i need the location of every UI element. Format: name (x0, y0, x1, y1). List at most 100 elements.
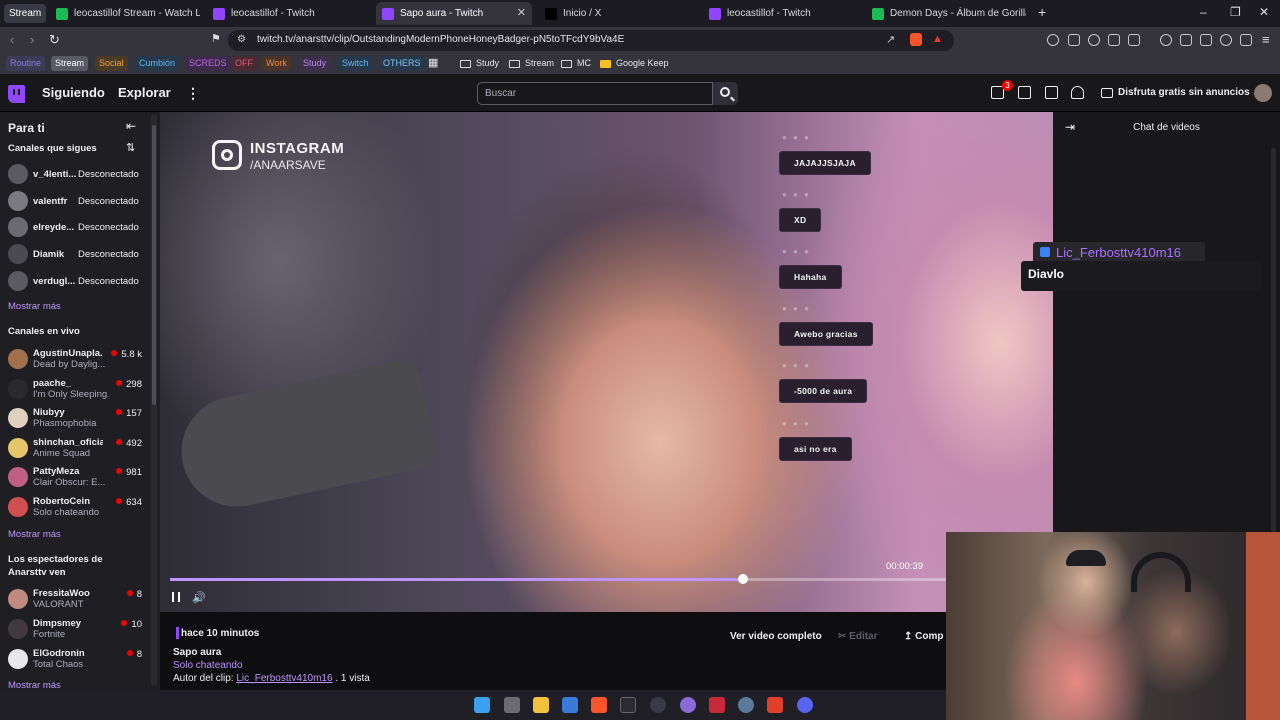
file-explorer-icon[interactable] (533, 697, 549, 713)
sidebar-channel-row[interactable]: v_4lenti... Desconectado (8, 162, 150, 188)
browser-tab[interactable]: Inicio / X (539, 2, 696, 25)
bookmark-folder[interactable]: Google Keep (600, 56, 669, 71)
share-icon[interactable]: ↗ (886, 33, 895, 46)
store-icon[interactable] (562, 697, 578, 713)
app-icon[interactable] (709, 697, 725, 713)
music-icon[interactable] (1160, 34, 1172, 46)
bookmark-folder[interactable]: Stream (509, 56, 554, 71)
restore-icon[interactable]: ❐ (1230, 5, 1241, 19)
twitch-logo-icon[interactable] (8, 85, 25, 103)
drops-icon[interactable] (1071, 86, 1084, 99)
whispers-icon[interactable] (1045, 86, 1058, 99)
close-window-icon[interactable]: ✕ (1259, 5, 1269, 19)
app-icon[interactable] (680, 697, 696, 713)
browser-tab[interactable]: leocastillof - Twitch (207, 2, 367, 25)
nav-following[interactable]: Siguiendo (42, 85, 105, 100)
bookmark-item[interactable]: Study (299, 56, 331, 71)
volume-icon[interactable]: 🔊 (192, 591, 206, 604)
bookmark-item[interactable]: Cumbión (135, 56, 180, 71)
sidebar-channel-row[interactable]: FressitaWoo VALORANT 8 (8, 587, 150, 613)
sidebar-channel-row[interactable]: Diamik Desconectado (8, 242, 150, 268)
collapse-sidebar-icon[interactable]: ⇤ (126, 119, 136, 133)
extension-icon[interactable] (1068, 34, 1080, 46)
sort-icon[interactable]: ⇅ (126, 141, 135, 154)
profile-chip[interactable]: Stream (4, 4, 47, 23)
brave-browser-icon[interactable] (591, 697, 607, 713)
new-tab-button[interactable]: + (1038, 4, 1046, 20)
app-icon[interactable] (767, 697, 783, 713)
browser-tab[interactable]: Sapo aura - Twitch ✕ (376, 2, 532, 25)
vpn-icon[interactable] (1240, 34, 1252, 46)
bookmark-item[interactable]: Work (262, 56, 291, 71)
puzzle-icon[interactable] (1108, 34, 1120, 46)
sidebar-channel-row[interactable]: ElGodronin Total Chaos 8 (8, 647, 150, 673)
menu-icon[interactable]: ≡ (1262, 32, 1270, 47)
sidebar-channel-row[interactable]: Niubyy Phasmophobia 157 (8, 406, 150, 432)
task-view-icon[interactable] (504, 697, 520, 713)
ad-free-button[interactable]: Disfruta gratis sin anuncios (1118, 87, 1250, 98)
extension-icon[interactable] (1047, 34, 1059, 46)
brave-shields-icon[interactable] (910, 33, 922, 46)
site-settings-icon[interactable]: ⚙ (237, 34, 246, 45)
video-player[interactable]: INSTAGRAM /ANAARSAVE ● ● ● JAJAJJSJAJA ● ●… (160, 112, 1053, 612)
nav-browse[interactable]: Explorar (118, 85, 171, 100)
forward-icon[interactable]: › (30, 32, 34, 47)
bookmark-item[interactable]: OFF (231, 56, 257, 71)
show-more-live[interactable]: Mostrar más (8, 529, 61, 540)
clip-author-link[interactable]: Lic_Ferbosttv410m16 (236, 673, 332, 684)
show-more-viewers[interactable]: Mostrar más (8, 680, 61, 690)
close-tab-icon[interactable]: ✕ (517, 6, 526, 19)
edit-button[interactable]: ✂ Editar (838, 627, 878, 647)
mail-icon[interactable] (1018, 86, 1031, 99)
bookmark-icon[interactable]: ⚑ (211, 32, 221, 45)
sidebar-channel-row[interactable]: paache_ I'm Only Sleeping 298 (8, 377, 150, 403)
back-icon[interactable]: ‹ (10, 32, 14, 47)
progress-handle[interactable] (738, 574, 749, 584)
browser-tab[interactable]: Demon Days - Álbum de Gorillaz | Sp (866, 2, 1026, 25)
clip-category[interactable]: Solo chateando (173, 660, 243, 671)
search-button[interactable] (713, 82, 738, 105)
discord-icon[interactable] (797, 697, 813, 713)
pause-icon[interactable] (172, 592, 180, 602)
sidebar-icon[interactable] (1180, 34, 1192, 46)
user-avatar[interactable] (1254, 84, 1272, 102)
sidebar-scroll-thumb[interactable] (152, 125, 156, 405)
grid-icon[interactable]: ▦ (428, 56, 438, 71)
app-icon[interactable] (620, 697, 636, 713)
brave-rewards-icon[interactable]: ▲ (932, 33, 943, 45)
progress-bar[interactable] (170, 574, 950, 584)
extension-icon[interactable] (1088, 34, 1100, 46)
sidebar-channel-row[interactable]: AgustinUnapla... Dead by Daylig... 5.8 k (8, 347, 150, 373)
browser-tab[interactable]: leocastillof Stream - Watch Live o (50, 2, 200, 25)
sidebar-channel-row[interactable]: RobertoCein Solo chateando 634 (8, 495, 150, 521)
browser-tab[interactable]: leocastillof - Twitch (703, 2, 859, 25)
bookmark-folder[interactable]: MC (561, 56, 591, 71)
start-menu-icon[interactable] (474, 697, 490, 713)
sidebar-channel-row[interactable]: PattyMeza Clair Obscur: E... 981 (8, 465, 150, 491)
search-input[interactable]: Buscar (477, 82, 713, 105)
sidebar-channel-row[interactable]: shinchan_oficial Anime Squad 492 (8, 436, 150, 462)
chat-scrollbar[interactable] (1271, 148, 1276, 532)
share-button[interactable]: ↥ Comp (904, 627, 944, 647)
leo-ai-icon[interactable] (1220, 34, 1232, 46)
address-bar[interactable]: ⚙ twitch.tv/anarsttv/clip/OutstandingMod… (228, 30, 954, 51)
sidebar-channel-row[interactable]: valentfr Desconectado (8, 189, 150, 215)
show-more-followed[interactable]: Mostrar más (8, 301, 61, 312)
settings-icon[interactable] (738, 697, 754, 713)
reload-icon[interactable]: ↻ (49, 32, 60, 48)
watch-full-video-button[interactable]: Ver video completo (730, 627, 822, 647)
obs-icon[interactable] (650, 697, 666, 713)
bookmark-item[interactable]: Routine (6, 56, 46, 71)
sidebar-channel-row[interactable]: Dimpsmey Fortnite 10 (8, 617, 150, 643)
sidebar-channel-row[interactable]: verdugl... Desconectado (8, 269, 150, 295)
bookmark-item[interactable]: Switch (338, 56, 373, 71)
ad-free-icon[interactable] (1101, 88, 1113, 98)
bookmark-item[interactable]: OTHERS (379, 56, 425, 71)
bookmark-item[interactable]: Stream (51, 56, 89, 71)
bookmark-item[interactable]: SCREDS (185, 56, 231, 71)
sidebar-channel-row[interactable]: elreyde... Desconectado (8, 215, 150, 241)
minimize-icon[interactable]: – (1200, 5, 1207, 19)
extension-icon[interactable] (1128, 34, 1140, 46)
bookmark-folder[interactable]: Study (460, 56, 499, 71)
more-options-icon[interactable]: ⋮ (186, 85, 200, 102)
